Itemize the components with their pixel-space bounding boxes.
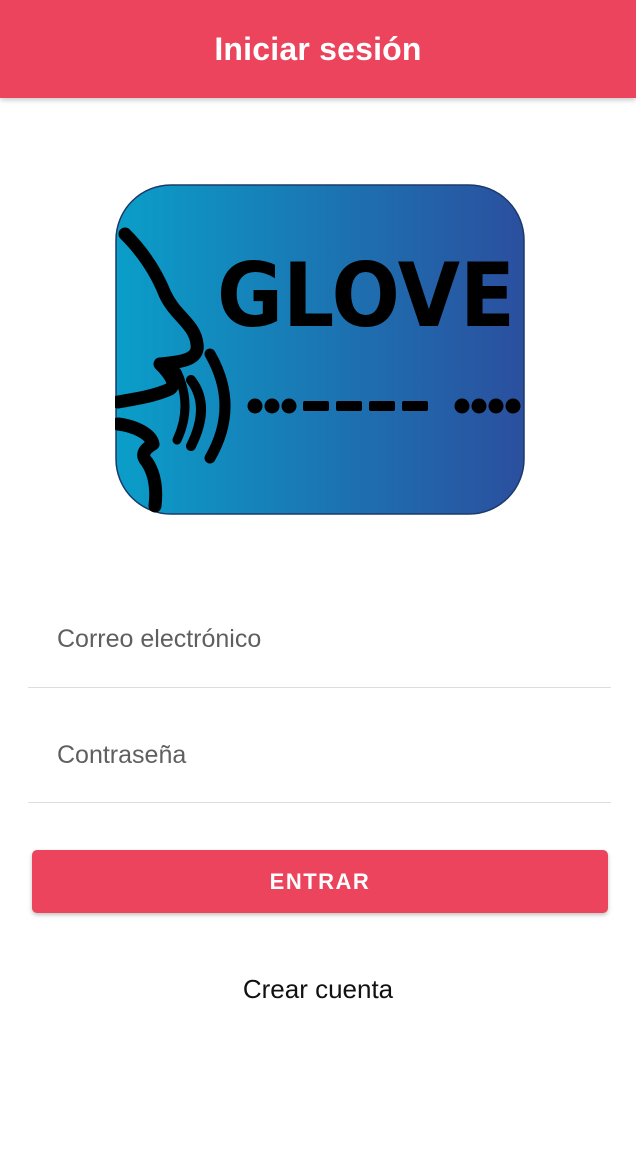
password-input[interactable]: [57, 708, 597, 802]
logo-wordmark: GLOVE: [217, 244, 515, 347]
create-account-link[interactable]: Crear cuenta: [0, 974, 636, 1005]
email-field[interactable]: [28, 592, 611, 688]
password-field[interactable]: [28, 708, 611, 803]
email-input[interactable]: [57, 592, 597, 687]
glove-logo: GLOVE: [115, 184, 525, 515]
enter-button[interactable]: ENTRAR: [32, 850, 608, 913]
app-header: Iniciar sesión: [0, 0, 636, 98]
page-title: Iniciar sesión: [214, 30, 422, 67]
